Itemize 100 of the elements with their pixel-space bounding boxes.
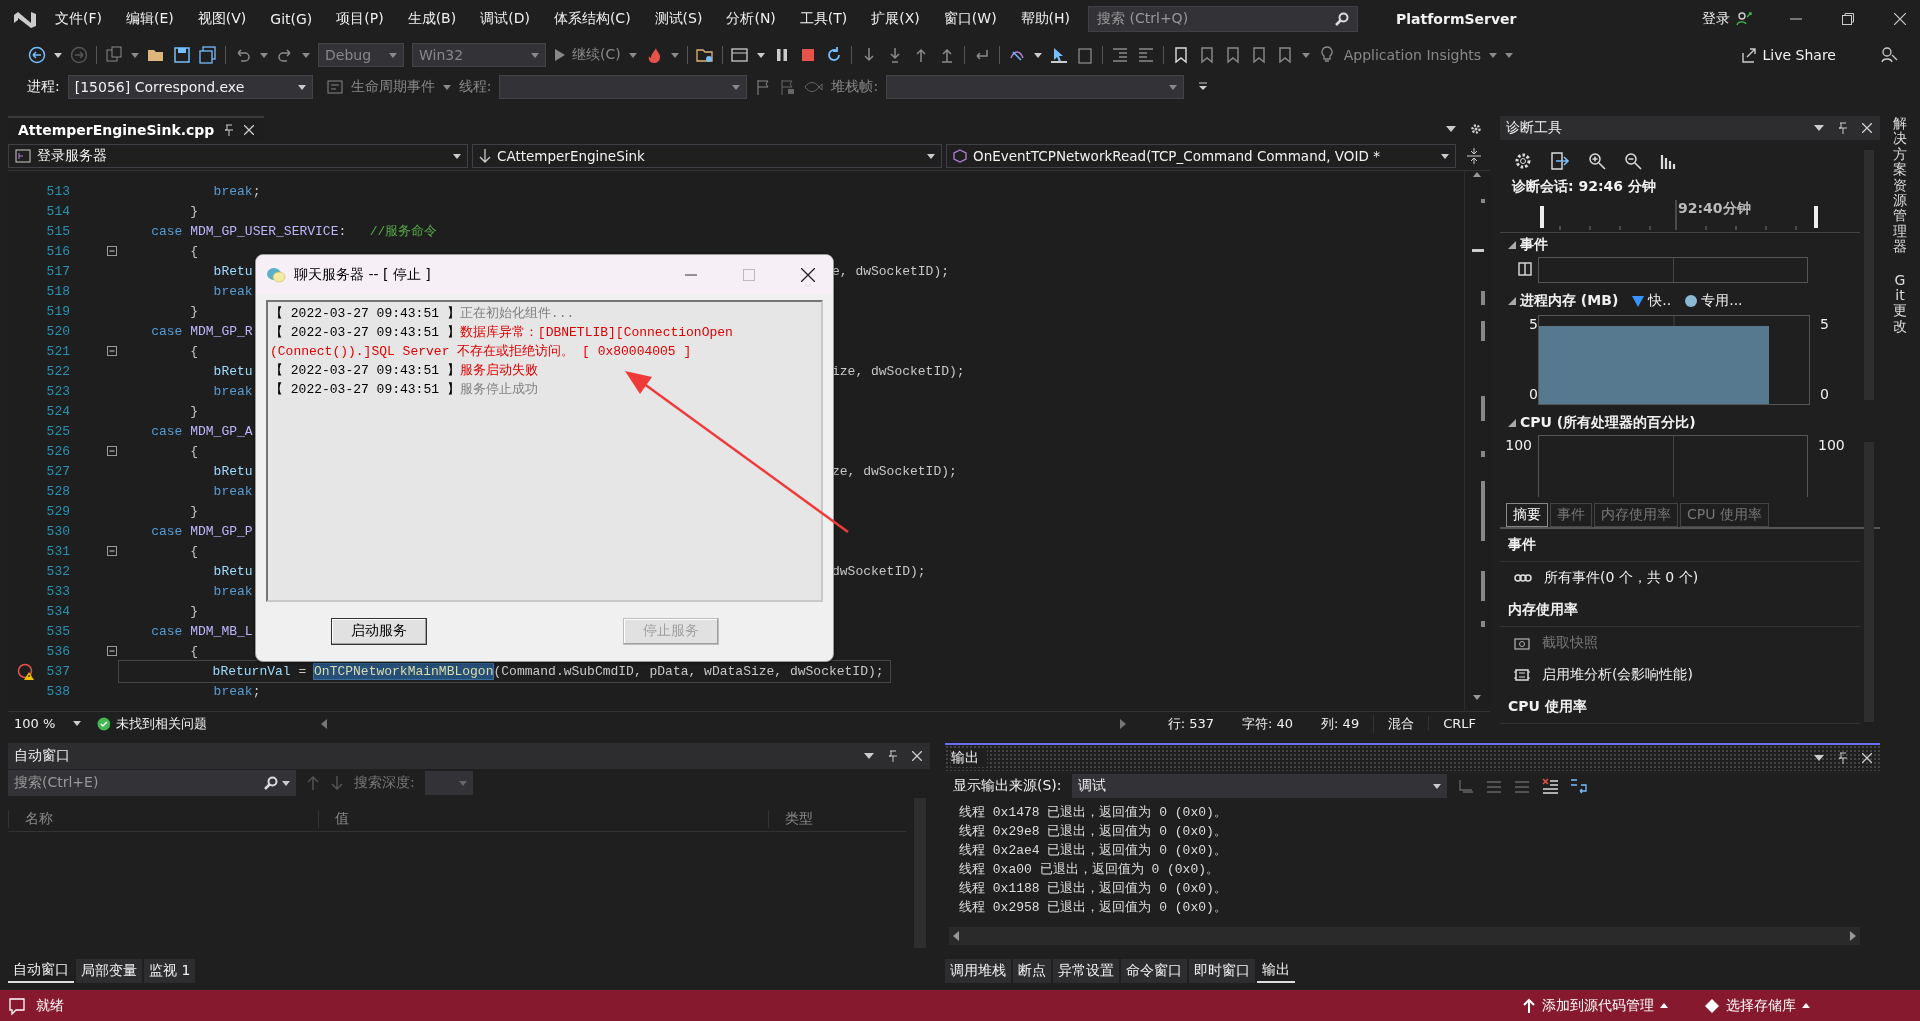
notification-icon[interactable] (8, 996, 26, 1015)
tab[interactable]: 自动窗口 (8, 959, 74, 983)
whitespace-mode[interactable]: 混合 (1373, 714, 1429, 733)
window-layout-icon[interactable] (730, 46, 749, 64)
collapse-icon[interactable] (107, 546, 117, 556)
folder-debug-icon[interactable] (695, 46, 714, 64)
lifecycle-events-menu[interactable]: 生命周期事件 (350, 78, 435, 96)
expander-icon[interactable] (1508, 419, 1516, 427)
output-source-dropdown[interactable]: 调试 (1071, 774, 1447, 798)
bar-chart-icon[interactable] (1660, 152, 1678, 170)
tab[interactable]: 监视 1 (144, 959, 196, 983)
zoom-dropdown[interactable]: 100 % (8, 716, 87, 731)
scroll-left-icon[interactable] (953, 931, 959, 941)
pin-icon[interactable] (1838, 752, 1848, 764)
issues-status[interactable]: 未找到相关问题 (110, 714, 222, 733)
menu-item[interactable]: 调试(D) (468, 10, 542, 28)
tab[interactable]: 命令窗口 (1121, 959, 1187, 983)
summary-link[interactable]: 所有事件(0 个，共 0 个) (1544, 569, 1699, 587)
tab[interactable]: 事件 (1550, 503, 1592, 527)
source-control-button[interactable]: 添加到源代码管理 (1542, 996, 1654, 1015)
column-header[interactable]: 类型 (768, 810, 906, 828)
side-tab[interactable]: 解决方案资源管理器 (1893, 116, 1907, 255)
tab[interactable]: 局部变量 (76, 959, 142, 983)
split-icon[interactable] (1466, 148, 1482, 164)
menu-item[interactable]: 帮助(H) (1008, 10, 1083, 28)
expander-icon[interactable] (1508, 241, 1516, 249)
clipboard-icon[interactable] (1075, 46, 1094, 64)
menu-item[interactable]: 文件(F) (43, 10, 114, 28)
pin-icon[interactable] (224, 124, 235, 136)
export-icon[interactable] (1550, 152, 1570, 170)
save-all-icon[interactable] (199, 46, 217, 64)
line-ending[interactable]: CRLF (1428, 716, 1490, 731)
settings-icon[interactable] (1470, 123, 1482, 135)
menu-item[interactable]: 生成(B) (395, 10, 469, 28)
navigation-dropdown[interactable]: OnEventTCPNetworkRead(TCP_Command Command, VOID * (946, 144, 1456, 168)
collapse-icon[interactable] (107, 446, 117, 456)
platform-dropdown[interactable]: Win32 (412, 43, 546, 67)
scrollbar[interactable] (1864, 442, 1874, 722)
menu-item[interactable]: 工具(T) (787, 10, 860, 28)
repository-button[interactable]: 选择存储库 (1726, 996, 1796, 1015)
navigation-dropdown[interactable]: CAttemperEngineSink (472, 144, 942, 168)
menu-item[interactable]: 分析(N) (714, 10, 788, 28)
search-field[interactable]: 搜索 (Ctrl+Q) (1088, 6, 1359, 32)
tab[interactable]: 异常设置 (1053, 959, 1119, 983)
insights-button[interactable]: Application Insights (1343, 47, 1482, 63)
restore-icon[interactable] (1842, 13, 1854, 25)
panel-menu-icon[interactable] (864, 753, 874, 759)
tab[interactable]: 即时窗口 (1189, 959, 1255, 983)
sign-in-link[interactable]: 登录 (1702, 10, 1730, 28)
summary-link[interactable]: 启用堆分析(会影响性能) (1542, 666, 1693, 684)
configuration-dropdown[interactable]: Debug (318, 43, 404, 67)
undo-icon[interactable] (234, 46, 252, 64)
feedback-icon[interactable] (1880, 46, 1898, 64)
zoom-in-icon[interactable] (1588, 152, 1606, 170)
close-icon[interactable] (801, 267, 815, 282)
menu-item[interactable]: 编辑(E) (114, 10, 186, 28)
pin-icon[interactable] (1838, 122, 1848, 134)
live-share-button[interactable]: Live Share (1740, 47, 1836, 63)
scroll-right-icon[interactable] (1119, 718, 1126, 729)
save-icon[interactable] (173, 46, 191, 64)
navigation-dropdown[interactable]: 登录服务器 (8, 144, 468, 168)
dialog-button[interactable]: 启动服务 (331, 617, 427, 645)
tab[interactable]: 断点 (1013, 959, 1051, 983)
settings-icon[interactable] (1514, 152, 1532, 170)
word-wrap-icon[interactable] (1568, 777, 1589, 795)
collapse-icon[interactable] (107, 346, 117, 356)
tab[interactable]: 摘要 (1506, 503, 1548, 527)
outdent-icon[interactable] (1136, 46, 1155, 64)
back-icon[interactable] (28, 46, 46, 64)
collapse-icon[interactable] (107, 646, 117, 656)
menu-item[interactable]: 项目(P) (324, 10, 396, 28)
account-icon[interactable] (1736, 11, 1752, 27)
cursor-icon[interactable] (1049, 46, 1068, 64)
menu-item[interactable]: 视图(V) (185, 10, 259, 28)
collapse-icon[interactable] (107, 246, 117, 256)
indent-icon[interactable] (1110, 46, 1129, 64)
menu-item[interactable]: Git(G) (258, 11, 325, 27)
panel-menu-icon[interactable] (1814, 755, 1824, 761)
continue-button[interactable]: 继续(C) (554, 46, 621, 64)
menu-item[interactable]: 扩展(X) (859, 10, 932, 28)
side-tab[interactable]: Git 更改 (1893, 272, 1907, 335)
menu-item[interactable]: 窗口(W) (931, 10, 1009, 28)
clear-all-icon[interactable] (1540, 778, 1559, 794)
pin-icon[interactable] (888, 750, 898, 762)
expander-icon[interactable] (1508, 297, 1516, 305)
zoom-out-icon[interactable] (1624, 152, 1642, 170)
column-header[interactable]: 值 (318, 810, 768, 828)
search-field[interactable]: 搜索(Ctrl+E) (8, 770, 296, 796)
panel-menu-icon[interactable] (1814, 125, 1824, 131)
new-item-icon[interactable] (105, 46, 123, 64)
toolbar-overflow-icon[interactable] (1198, 82, 1209, 92)
horizontal-scrollbar[interactable] (949, 927, 1860, 945)
process-dropdown[interactable]: [15056] Correspond.exe (67, 75, 313, 99)
tab[interactable]: 内存使用率 (1594, 503, 1678, 527)
tab[interactable]: 输出 (1257, 959, 1295, 983)
tab-list-icon[interactable] (1446, 126, 1456, 132)
scroll-left-icon[interactable] (321, 718, 328, 729)
column-header[interactable]: 名称 (8, 810, 318, 828)
tab[interactable]: CPU 使用率 (1680, 503, 1769, 527)
scroll-right-icon[interactable] (1850, 931, 1856, 941)
